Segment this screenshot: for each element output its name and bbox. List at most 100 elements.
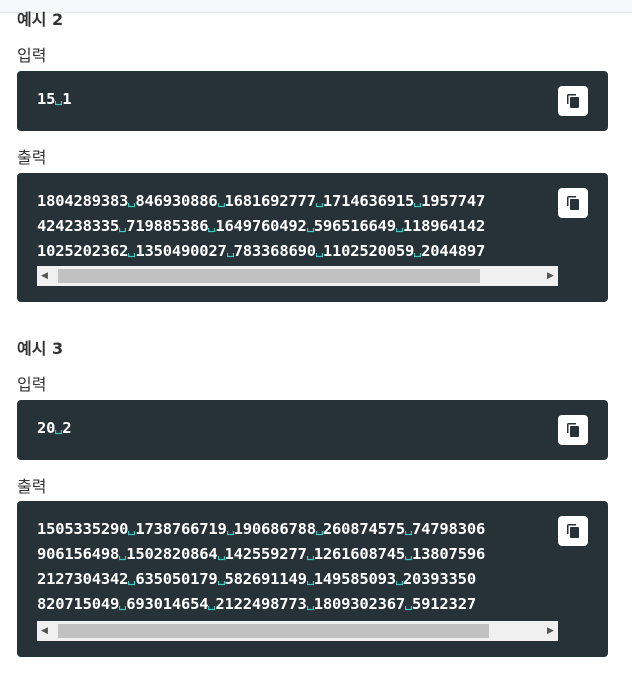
code-content: 20 2 <box>37 416 558 441</box>
code-token: 1809302367 <box>313 595 406 613</box>
space-marker <box>404 542 413 567</box>
scroll-right-arrow-icon[interactable]: ▶ <box>543 266 558 286</box>
code-lines: 1505335290 1738766719 190686788 260874575 74… <box>37 517 558 617</box>
input-code-block[interactable]: 15 1 <box>17 71 608 131</box>
code-token: 820715049 <box>37 595 120 613</box>
code-token: 1502820864 <box>126 545 218 563</box>
code-token: 1350490027 <box>135 242 227 260</box>
code-line: 15 1 <box>37 87 558 112</box>
code-token: 142559277 <box>224 545 307 563</box>
code-line: 1804289383 846930886 1681692777 1714636915 1… <box>37 189 558 214</box>
code-token: 783368690 <box>233 242 316 260</box>
code-content: 1505335290 1738766719 190686788 260874575 74… <box>37 517 558 617</box>
code-token: 1102520059 <box>322 242 415 260</box>
code-line: 906156498 1502820864 142559277 1261608745 13… <box>37 542 558 567</box>
code-token: 906156498 <box>37 545 120 563</box>
code-token: 118964142 <box>402 217 486 235</box>
copy-icon <box>567 196 579 210</box>
code-token: 1649760492 <box>215 217 307 235</box>
code-line: 1025202362 1350490027 783368690 1102520059 2… <box>37 239 558 264</box>
example-title: 예시 2 <box>17 10 64 29</box>
scroll-left-arrow-icon[interactable]: ◀ <box>37 266 52 286</box>
space-marker <box>226 239 234 264</box>
copy-icon <box>567 423 579 437</box>
space-marker <box>404 517 413 542</box>
top-bar <box>0 0 632 13</box>
copy-button[interactable] <box>558 86 588 116</box>
copy-button[interactable] <box>558 516 588 546</box>
horizontal-scrollbar[interactable]: ◀ ▶ <box>37 621 558 641</box>
code-token: 1261608745 <box>313 545 406 563</box>
output-label: 출력 <box>17 148 47 167</box>
code-token: 424238335 <box>37 217 120 235</box>
code-lines: 20 2 <box>37 416 558 441</box>
input-code-block[interactable]: 20 2 <box>17 400 608 460</box>
code-token: 1957747 <box>421 192 486 210</box>
space-marker <box>306 542 314 567</box>
code-token: 20 <box>37 419 56 437</box>
input-label: 입력 <box>17 375 47 394</box>
scroll-right-arrow-icon[interactable]: ▶ <box>543 621 558 641</box>
code-token: 2122498773 <box>215 595 307 613</box>
code-token: 5912327 <box>412 595 476 613</box>
space-marker <box>217 567 225 592</box>
code-token: 719885386 <box>126 217 209 235</box>
scroll-left-arrow-icon[interactable]: ◀ <box>37 621 52 641</box>
code-token: 13807596 <box>412 545 486 563</box>
scrollbar-thumb[interactable] <box>58 269 480 283</box>
code-token: 1505335290 <box>37 520 129 538</box>
code-token: 20393350 <box>402 570 476 588</box>
space-marker <box>395 567 404 592</box>
code-token: 15 <box>37 90 56 108</box>
space-marker <box>217 189 225 214</box>
code-token: 693014654 <box>126 595 209 613</box>
code-token: 846930886 <box>135 192 218 210</box>
code-line: 20 2 <box>37 416 558 441</box>
space-marker <box>226 517 234 542</box>
code-token: 260874575 <box>322 520 406 538</box>
code-token: 2 <box>62 419 72 437</box>
code-token: 2044897 <box>421 242 486 260</box>
copy-button[interactable] <box>558 188 588 218</box>
code-token: 635050179 <box>135 570 218 588</box>
code-token: 596516649 <box>313 217 396 235</box>
code-line: 424238335 719885386 1649760492 596516649 118… <box>37 214 558 239</box>
space-marker <box>315 517 323 542</box>
code-line: 1505335290 1738766719 190686788 260874575 74… <box>37 517 558 542</box>
code-token: 1 <box>62 90 72 108</box>
output-code-block[interactable]: 1505335290 1738766719 190686788 260874575 74… <box>17 501 608 657</box>
code-token: 582691149 <box>224 570 307 588</box>
code-token: 1025202362 <box>37 242 129 260</box>
code-lines: 15 1 <box>37 87 558 112</box>
space-marker <box>395 214 404 239</box>
code-content: 1804289383 846930886 1681692777 1714636915 1… <box>37 189 558 264</box>
space-marker <box>315 239 323 264</box>
output-label: 출력 <box>17 477 47 496</box>
code-token: 1804289383 <box>37 192 129 210</box>
space-marker <box>315 189 323 214</box>
example-title: 예시 3 <box>17 339 64 358</box>
code-line: 2127304342 635050179 582691149 149585093 203… <box>37 567 558 592</box>
scrollbar-thumb[interactable] <box>58 624 489 638</box>
space-marker <box>306 214 314 239</box>
copy-icon <box>567 94 579 108</box>
code-lines: 1804289383 846930886 1681692777 1714636915 1… <box>37 189 558 264</box>
copy-button[interactable] <box>558 415 588 445</box>
code-token: 190686788 <box>233 520 316 538</box>
code-token: 2127304342 <box>37 570 129 588</box>
code-token: 1714636915 <box>322 192 415 210</box>
code-content: 15 1 <box>37 87 558 112</box>
space-marker <box>217 542 225 567</box>
copy-icon <box>567 524 579 538</box>
code-token: 1681692777 <box>224 192 317 210</box>
code-token: 74798306 <box>412 520 486 538</box>
horizontal-scrollbar[interactable]: ◀ ▶ <box>37 266 558 286</box>
code-token: 149585093 <box>313 570 396 588</box>
code-line: 820715049 693014654 2122498773 1809302367 59… <box>37 592 558 617</box>
input-label: 입력 <box>17 46 47 65</box>
space-marker <box>306 592 314 617</box>
code-token: 1738766719 <box>135 520 227 538</box>
space-marker <box>404 592 413 617</box>
space-marker <box>306 567 314 592</box>
output-code-block[interactable]: 1804289383 846930886 1681692777 1714636915 1… <box>17 173 608 302</box>
